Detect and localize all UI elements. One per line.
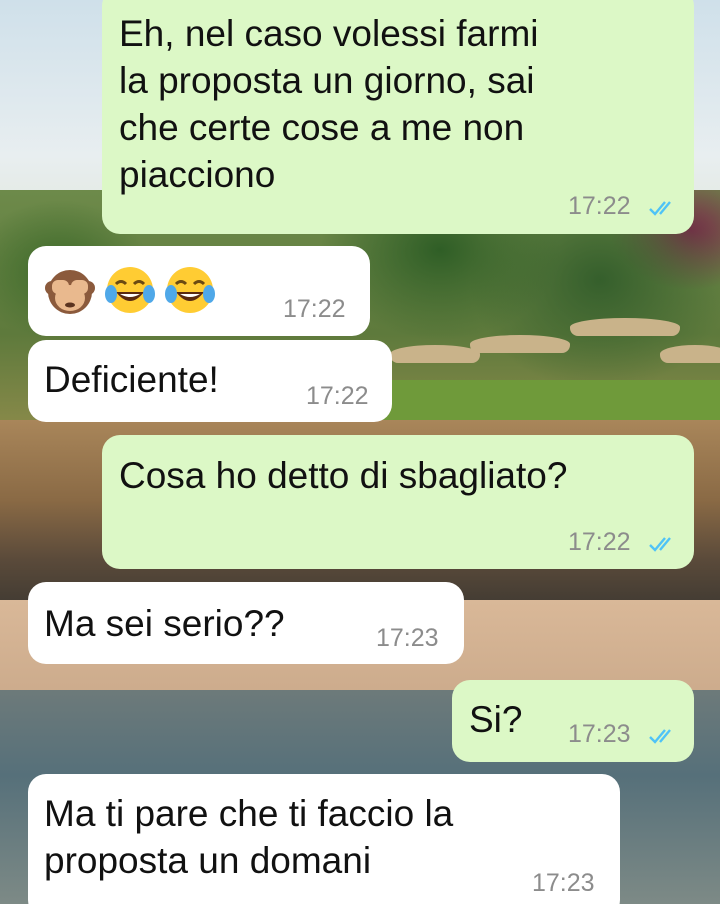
read-receipt-icon <box>649 537 671 552</box>
message-time: 17:23 <box>532 869 595 897</box>
see-no-evil-monkey-icon <box>45 270 95 314</box>
message-time: 17:22 <box>306 382 369 410</box>
wallpaper-umbrella <box>660 345 720 363</box>
message-bubble-incoming[interactable]: 17:22 <box>28 246 370 336</box>
message-bubble-incoming[interactable]: Ma ti pare che ti faccio la proposta un … <box>28 774 620 918</box>
message-text: Deficiente! <box>44 359 219 400</box>
message-time: 17:22 <box>568 192 631 220</box>
message-text: Cosa ho detto di sbagliato? <box>119 455 568 496</box>
message-bubble-outgoing[interactable]: Eh, nel caso volessi farmi la proposta u… <box>102 0 694 234</box>
read-receipt-icon <box>649 201 671 216</box>
message-text: Si? <box>469 699 523 740</box>
wallpaper-umbrella <box>390 345 480 363</box>
read-receipt-icon <box>649 729 671 744</box>
message-bubble-incoming[interactable]: Deficiente! 17:22 <box>28 340 392 422</box>
message-bubble-incoming[interactable]: Ma sei serio?? 17:23 <box>28 582 464 664</box>
message-time: 17:23 <box>568 720 631 748</box>
wallpaper-umbrella <box>570 318 680 336</box>
message-text: Ma sei serio?? <box>44 603 285 644</box>
face-with-tears-of-joy-icon <box>105 267 155 313</box>
message-bubble-outgoing[interactable]: Cosa ho detto di sbagliato? 17:22 <box>102 435 694 569</box>
message-text: Ma ti pare che ti faccio la proposta un … <box>44 793 454 881</box>
message-time: 17:22 <box>568 528 631 556</box>
face-with-tears-of-joy-icon <box>165 267 215 313</box>
message-bubble-outgoing[interactable]: Si? 17:23 <box>452 680 694 762</box>
wallpaper-umbrella <box>470 335 570 353</box>
message-time: 17:23 <box>376 624 439 652</box>
message-time: 17:22 <box>283 295 346 323</box>
message-text: Eh, nel caso volessi farmi la proposta u… <box>119 13 539 195</box>
